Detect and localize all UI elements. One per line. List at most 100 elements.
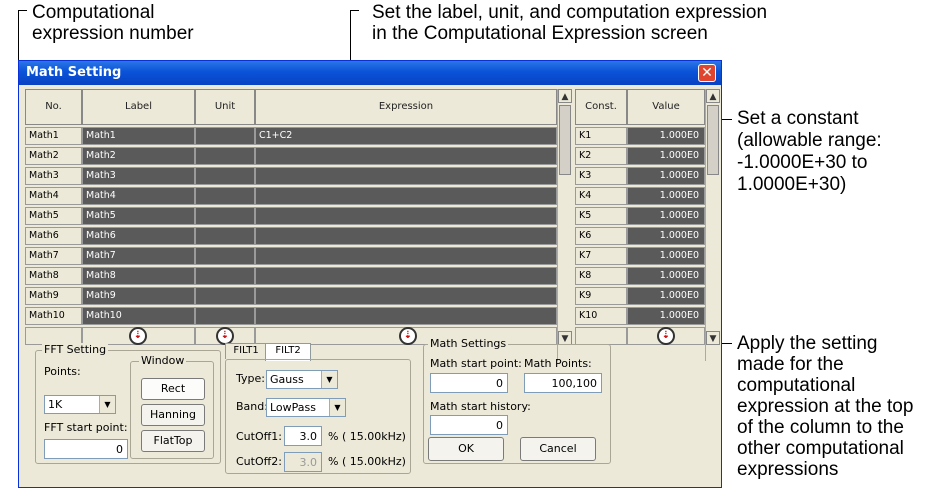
table-cell-unit[interactable] — [195, 247, 255, 265]
table-cell-value[interactable]: 1.000E0 — [627, 307, 705, 325]
constant-scrollbar[interactable]: ▲ ▼ — [705, 89, 720, 361]
scroll-up-icon[interactable]: ▲ — [706, 89, 720, 103]
table-cell-value[interactable]: 1.000E0 — [627, 167, 705, 185]
window-flattop-button[interactable]: FlatTop — [141, 430, 205, 452]
table-cell-value[interactable]: 1.000E0 — [627, 227, 705, 245]
table-cell-expression[interactable] — [255, 287, 557, 305]
table-cell-unit[interactable] — [195, 227, 255, 245]
scroll-up-icon[interactable]: ▲ — [558, 89, 572, 103]
table-cell-unit[interactable] — [195, 267, 255, 285]
table-cell-unit[interactable] — [195, 307, 255, 325]
table-cell-no: Math7 — [25, 247, 82, 265]
apply-value-button[interactable]: ⇣ — [657, 327, 675, 345]
table-cell-expression[interactable] — [255, 307, 557, 325]
table-cell-value[interactable]: 1.000E0 — [627, 247, 705, 265]
table-cell-label[interactable]: Math8 — [82, 267, 195, 285]
table-cell-const[interactable]: K5 — [575, 207, 627, 225]
table-cell-label[interactable]: Math10 — [82, 307, 195, 325]
scroll-down-icon[interactable]: ▼ — [558, 331, 572, 345]
scrollbar-thumb[interactable] — [559, 105, 571, 175]
table-cell-label[interactable]: Math6 — [82, 227, 195, 245]
table-cell-value[interactable]: 1.000E0 — [627, 207, 705, 225]
table-cell-label[interactable]: Math5 — [82, 207, 195, 225]
filter-band-value: LowPass — [270, 401, 317, 414]
fft-points-select[interactable]: 1K ▼ — [44, 395, 116, 414]
table-cell-label[interactable]: Math2 — [82, 147, 195, 165]
filter-band-select[interactable]: LowPass ▼ — [266, 398, 346, 417]
apply-label-button[interactable]: ⇣ — [129, 327, 147, 345]
cancel-button[interactable]: Cancel — [520, 437, 596, 461]
title-bar: Math Setting ✕ — [19, 61, 721, 85]
table-cell-expression[interactable] — [255, 147, 557, 165]
header-label: Label — [82, 89, 195, 125]
ok-button[interactable]: OK — [428, 437, 504, 461]
header-no: No. — [25, 89, 82, 125]
table-cell-value[interactable]: 1.000E0 — [627, 187, 705, 205]
table-cell-expression[interactable] — [255, 207, 557, 225]
window-hanning-button[interactable]: Hanning — [141, 404, 205, 426]
header-const: Const. — [575, 89, 627, 125]
table-cell-value[interactable]: 1.000E0 — [627, 267, 705, 285]
table-cell-const[interactable]: K8 — [575, 267, 627, 285]
table-cell-expression[interactable] — [255, 267, 557, 285]
table-cell-unit[interactable] — [195, 207, 255, 225]
table-cell-unit[interactable] — [195, 127, 255, 145]
table-cell-label[interactable]: Math7 — [82, 247, 195, 265]
table-cell-expression[interactable]: C1+C2 — [255, 127, 557, 145]
cutoff2-input[interactable]: 3.0 — [284, 452, 322, 472]
annotation-constant-4: 1.0000E+30) — [737, 174, 847, 195]
table-cell-const[interactable]: K2 — [575, 147, 627, 165]
table-cell-unit[interactable] — [195, 287, 255, 305]
close-icon[interactable]: ✕ — [698, 64, 716, 82]
annotation-apply-6: other computational — [737, 438, 904, 459]
table-cell-no: Math5 — [25, 207, 82, 225]
filter-type-select[interactable]: Gauss ▼ — [266, 370, 338, 389]
table-cell-const[interactable]: K7 — [575, 247, 627, 265]
apply-expression-button[interactable]: ⇣ — [399, 327, 417, 345]
table-cell-expression[interactable] — [255, 167, 557, 185]
table-cell-label[interactable]: Math1 — [82, 127, 195, 145]
table-cell-no: Math8 — [25, 267, 82, 285]
table-cell-const[interactable]: K4 — [575, 187, 627, 205]
table-cell-no: Math6 — [25, 227, 82, 245]
annotation-apply-5: of the column to the — [737, 417, 904, 438]
math-start-point-input[interactable]: 0 — [430, 373, 508, 393]
table-cell-const[interactable]: K1 — [575, 127, 627, 145]
table-cell-const[interactable]: K10 — [575, 307, 627, 325]
scroll-down-icon[interactable]: ▼ — [706, 331, 720, 345]
header-expression: Expression — [255, 89, 557, 125]
table-cell-const[interactable]: K3 — [575, 167, 627, 185]
annotation-text: in the Computational Expression screen — [372, 23, 708, 44]
table-cell-value[interactable]: 1.000E0 — [627, 127, 705, 145]
math-setting-window: Math Setting ✕ No. Label Unit Expression… — [18, 60, 722, 488]
scrollbar-thumb[interactable] — [707, 105, 719, 175]
table-cell-label[interactable]: Math4 — [82, 187, 195, 205]
filter-type-label: Type: — [236, 372, 265, 385]
table-cell-label[interactable]: Math9 — [82, 287, 195, 305]
math-start-history-input[interactable]: 0 — [430, 415, 508, 435]
table-cell-const[interactable]: K9 — [575, 287, 627, 305]
table-cell-value[interactable]: 1.000E0 — [627, 147, 705, 165]
table-cell-expression[interactable] — [255, 187, 557, 205]
table-cell-const[interactable]: K6 — [575, 227, 627, 245]
table-cell-value[interactable]: 1.000E0 — [627, 287, 705, 305]
window-title: Math Setting — [26, 65, 122, 80]
table-cell-unit[interactable] — [195, 167, 255, 185]
cutoff2-label: CutOff2: — [236, 455, 282, 468]
tab-filt1[interactable]: FILT1 — [225, 343, 267, 359]
math-points-input[interactable]: 100,100 — [524, 373, 602, 393]
table-cell-expression[interactable] — [255, 227, 557, 245]
table-cell-unit[interactable] — [195, 187, 255, 205]
table-cell-label[interactable]: Math3 — [82, 167, 195, 185]
fft-start-input[interactable]: 0 — [44, 439, 128, 459]
expression-scrollbar[interactable]: ▲ ▼ — [557, 89, 572, 361]
table-cell-unit[interactable] — [195, 147, 255, 165]
table-cell-no: Math1 — [25, 127, 82, 145]
table-cell-expression[interactable] — [255, 247, 557, 265]
window-group: Window Rect Hanning FlatTop — [130, 354, 214, 459]
annotation-constant-3: -1.0000E+30 to — [737, 152, 868, 173]
cutoff1-input[interactable]: 3.0 — [284, 426, 322, 446]
annotation-constant-2: (allowable range: — [737, 130, 882, 151]
header-value: Value — [627, 89, 705, 125]
window-rect-button[interactable]: Rect — [141, 378, 205, 400]
